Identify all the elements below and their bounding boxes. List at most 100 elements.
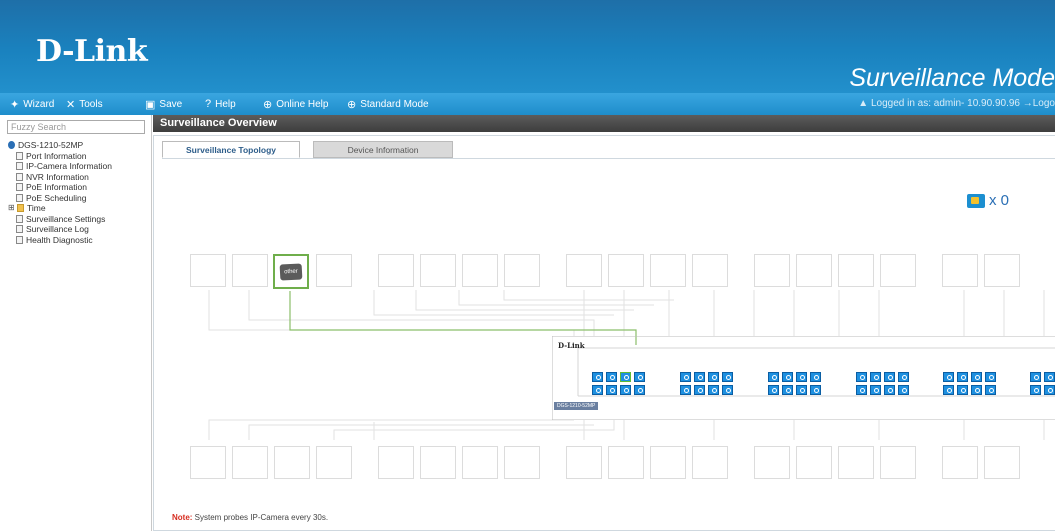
online-help-button[interactable]: ⊕ Online Help (263, 98, 328, 111)
switch-port[interactable] (782, 385, 793, 395)
port-slot[interactable] (754, 446, 790, 479)
port-slot[interactable] (190, 254, 226, 287)
tab-surveillance-topology[interactable]: Surveillance Topology (162, 141, 300, 158)
port-slot[interactable] (692, 254, 728, 287)
switch-port[interactable] (1030, 372, 1041, 382)
switch-port[interactable] (898, 385, 909, 395)
tree-item-poe-information[interactable]: PoE Information (8, 182, 112, 193)
switch-port[interactable] (971, 372, 982, 382)
port-slot[interactable] (838, 254, 874, 287)
logout-link[interactable]: Logo (1033, 98, 1055, 109)
switch-port[interactable] (708, 385, 719, 395)
port-slot[interactable] (650, 254, 686, 287)
switch-port[interactable] (694, 385, 705, 395)
tree-item-surveillance-settings[interactable]: Surveillance Settings (8, 214, 112, 225)
switch-port[interactable] (722, 385, 733, 395)
port-slot[interactable] (378, 446, 414, 479)
switch-port[interactable] (810, 385, 821, 395)
port-slot[interactable] (608, 446, 644, 479)
switch-port[interactable] (884, 372, 895, 382)
switch-port[interactable] (592, 385, 603, 395)
switch-port[interactable] (870, 372, 881, 382)
tree-item-poe-scheduling[interactable]: PoE Scheduling (8, 193, 112, 204)
switch-port[interactable] (708, 372, 719, 382)
port-slot[interactable] (880, 446, 916, 479)
switch-port[interactable] (606, 385, 617, 395)
help-button[interactable]: ? Help (205, 98, 236, 110)
switch-port[interactable] (592, 372, 603, 382)
switch-port[interactable] (634, 385, 645, 395)
port-slot[interactable] (462, 446, 498, 479)
switch-port[interactable] (971, 385, 982, 395)
port-slot[interactable] (692, 446, 728, 479)
switch-port[interactable] (620, 385, 631, 395)
port-slot[interactable] (984, 254, 1020, 287)
switch-port[interactable] (722, 372, 733, 382)
port-slot[interactable] (316, 254, 352, 287)
switch-port[interactable] (810, 372, 821, 382)
port-slot[interactable] (462, 254, 498, 287)
port-slot[interactable] (316, 446, 352, 479)
tree-item-health-diagnostic[interactable]: Health Diagnostic (8, 235, 112, 246)
port-slot[interactable] (880, 254, 916, 287)
fuzzy-search-input[interactable]: Fuzzy Search (7, 120, 145, 134)
port-slot[interactable] (504, 446, 540, 479)
switch-port[interactable] (957, 372, 968, 382)
save-button[interactable]: ▣ Save (145, 98, 182, 111)
switch-port[interactable] (768, 385, 779, 395)
port-slot[interactable] (566, 254, 602, 287)
switch-port[interactable] (796, 385, 807, 395)
port-slot[interactable] (566, 446, 602, 479)
tree-root[interactable]: DGS-1210-52MP (8, 140, 112, 151)
switch-port[interactable] (856, 385, 867, 395)
switch-port[interactable] (1044, 372, 1055, 382)
port-slot[interactable] (942, 254, 978, 287)
switch-port[interactable] (1030, 385, 1041, 395)
switch-port[interactable] (634, 372, 645, 382)
tree-item-port-information[interactable]: Port Information (8, 151, 112, 162)
port-slot[interactable] (190, 446, 226, 479)
tree-item-nvr-information[interactable]: NVR Information (8, 172, 112, 183)
switch-port[interactable] (884, 385, 895, 395)
port-slot[interactable] (608, 254, 644, 287)
tree-item-surveillance-log[interactable]: Surveillance Log (8, 224, 112, 235)
switch-port[interactable] (957, 385, 968, 395)
port-slot[interactable] (984, 446, 1020, 479)
tree-folder-time[interactable]: ⊞ Time (8, 203, 112, 214)
tree-item-ip-camera-information[interactable]: IP-Camera Information (8, 161, 112, 172)
switch-port[interactable] (768, 372, 779, 382)
port-slot[interactable] (232, 446, 268, 479)
wizard-button[interactable]: ✦ Wizard (10, 98, 54, 111)
expand-icon[interactable]: ⊞ (8, 203, 15, 214)
switch-port[interactable] (694, 372, 705, 382)
switch-port[interactable] (898, 372, 909, 382)
port-slot[interactable] (796, 254, 832, 287)
port-slot[interactable] (650, 446, 686, 479)
port-slot[interactable] (274, 446, 310, 479)
standard-mode-button[interactable]: ⊕ Standard Mode (347, 98, 429, 111)
switch-port[interactable] (680, 372, 691, 382)
switch-port[interactable] (796, 372, 807, 382)
port-slot[interactable] (420, 446, 456, 479)
port-slot[interactable] (942, 446, 978, 479)
port-slot[interactable] (796, 446, 832, 479)
switch-port[interactable] (985, 385, 996, 395)
port-slot[interactable] (420, 254, 456, 287)
switch-port[interactable] (856, 372, 867, 382)
switch-port[interactable] (1044, 385, 1055, 395)
switch-port[interactable] (620, 372, 631, 382)
switch-port[interactable] (870, 385, 881, 395)
connected-device[interactable]: other (273, 254, 309, 289)
port-slot[interactable] (232, 254, 268, 287)
switch-port[interactable] (943, 385, 954, 395)
switch-port[interactable] (782, 372, 793, 382)
switch-port[interactable] (680, 385, 691, 395)
tools-button[interactable]: ✕ Tools (66, 98, 103, 111)
switch-port[interactable] (943, 372, 954, 382)
switch-port[interactable] (985, 372, 996, 382)
port-slot[interactable] (754, 254, 790, 287)
port-slot[interactable] (378, 254, 414, 287)
port-slot[interactable] (838, 446, 874, 479)
switch-port[interactable] (606, 372, 617, 382)
tab-device-information[interactable]: Device Information (313, 141, 453, 158)
